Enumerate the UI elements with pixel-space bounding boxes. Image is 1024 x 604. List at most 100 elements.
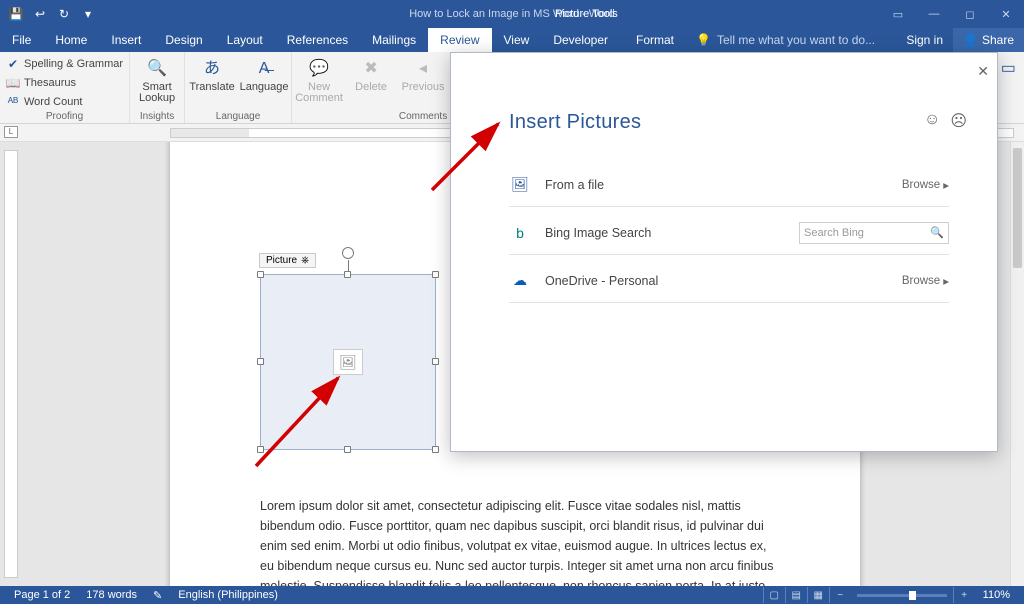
status-proof-icon[interactable]: ✎ (145, 589, 170, 602)
status-language[interactable]: English (Philippines) (170, 589, 286, 601)
tab-design[interactable]: Design (153, 28, 214, 52)
pane-close-icon[interactable]: ✕ (977, 63, 989, 80)
group-insights: 🔍Smart Lookup Insights (130, 52, 185, 123)
resize-handle-w[interactable] (257, 358, 264, 365)
delete-icon: ✖ (359, 56, 383, 80)
chevron-right-icon: ▸ (943, 178, 949, 192)
tab-insert[interactable]: Insert (99, 28, 153, 52)
tab-view[interactable]: View (492, 28, 542, 52)
tell-me-placeholder: Tell me what you want to do... (717, 33, 875, 47)
feedback-frown-icon[interactable]: ☹ (950, 111, 967, 131)
close-icon[interactable]: ✕ (988, 0, 1024, 28)
zoom-in-button[interactable]: + (953, 587, 975, 603)
onedrive-label: OneDrive - Personal (545, 274, 725, 288)
zoom-slider-knob[interactable] (909, 591, 916, 600)
resize-handle-nw[interactable] (257, 271, 264, 278)
tab-format[interactable]: Format (624, 28, 686, 52)
ribbon-options-icon[interactable]: ▭ (880, 0, 916, 28)
from-file-label: From a file (545, 178, 725, 192)
status-words[interactable]: 178 words (78, 589, 145, 601)
ribbon-tabs: File Home Insert Design Layout Reference… (0, 28, 1024, 52)
onedrive-icon: ☁ (509, 272, 531, 289)
redo-icon[interactable]: ↻ (54, 4, 74, 24)
group-label-proofing: Proofing (4, 110, 125, 123)
insert-pictures-pane: ✕ ☺ ☹ Insert Pictures 🖼 From a file Brow… (450, 52, 998, 452)
search-icon: 🔍 (145, 56, 169, 80)
share-icon: 👤 (963, 33, 978, 47)
smart-lookup-button[interactable]: 🔍Smart Lookup (134, 54, 180, 104)
picture-placeholder[interactable]: Picture⎈ 🖼 (260, 274, 436, 450)
read-mode-icon[interactable]: ▢ (763, 587, 785, 603)
undo-icon[interactable]: ↩ (30, 4, 50, 24)
resize-handle-sw[interactable] (257, 446, 264, 453)
maximize-icon[interactable]: ◻ (952, 0, 988, 28)
tab-file[interactable]: File (0, 28, 43, 52)
word-count-button[interactable]: ᴬᴮWord Count (4, 94, 125, 110)
browse-onedrive-button[interactable]: Browse▸ (902, 274, 949, 288)
comment-icon: 💬 (307, 56, 331, 80)
book-icon: 📖 (6, 76, 20, 90)
thesaurus-button[interactable]: 📖Thesaurus (4, 75, 125, 91)
search-icon: 🔍 (930, 226, 944, 239)
zoom-out-button[interactable]: − (829, 587, 851, 603)
globe-icon: A̶ (252, 56, 276, 80)
feedback-smile-icon[interactable]: ☺ (924, 111, 940, 131)
vertical-scrollbar[interactable] (1010, 142, 1024, 586)
spelling-grammar-button[interactable]: ✔Spelling & Grammar (4, 56, 125, 72)
zoom-slider[interactable] (857, 594, 947, 597)
resize-handle-ne[interactable] (432, 271, 439, 278)
chevron-right-icon: ▸ (943, 274, 949, 288)
check-icon: ✔ (6, 57, 20, 71)
print-layout-icon[interactable]: ▤ (785, 587, 807, 603)
picture-tools-label: Picture Tools (555, 8, 618, 20)
file-icon: 🖼 (509, 176, 531, 193)
tab-layout[interactable]: Layout (215, 28, 275, 52)
tab-references[interactable]: References (275, 28, 360, 52)
translate-button[interactable]: あTranslate (189, 54, 235, 93)
bing-icon: b (509, 225, 531, 241)
tab-review[interactable]: Review (428, 28, 491, 52)
quick-access-toolbar: 💾 ↩ ↻ ▾ (0, 4, 104, 24)
body-text[interactable]: Lorem ipsum dolor sit amet, consectetur … (260, 496, 780, 586)
resize-handle-e[interactable] (432, 358, 439, 365)
tab-developer[interactable]: Developer (541, 28, 620, 52)
picture-icon[interactable]: 🖼 (333, 349, 363, 375)
tell-me-search[interactable]: 💡 Tell me what you want to do... (686, 28, 885, 52)
previous-comment-button[interactable]: ◂Previous (400, 54, 446, 93)
share-label: Share (982, 33, 1014, 47)
bing-search-input[interactable]: Search Bing 🔍 (799, 222, 949, 244)
zoom-level[interactable]: 110% (975, 589, 1018, 601)
status-page[interactable]: Page 1 of 2 (6, 589, 78, 601)
insert-pictures-title: Insert Pictures (509, 111, 641, 134)
count-icon: ᴬᴮ (6, 95, 20, 109)
qat-customize-icon[interactable]: ▾ (78, 4, 98, 24)
save-icon[interactable]: 💾 (6, 4, 26, 24)
delete-comment-button[interactable]: ✖Delete (348, 54, 394, 93)
title-bar: 💾 ↩ ↻ ▾ How to Lock an Image in MS Word … (0, 0, 1024, 28)
picture-tag[interactable]: Picture⎈ (259, 253, 316, 268)
tab-mailings[interactable]: Mailings (360, 28, 428, 52)
group-language: あTranslate A̶Language Language (185, 52, 292, 123)
scrollbar-thumb[interactable] (1013, 148, 1022, 268)
browse-file-button[interactable]: Browse▸ (902, 178, 949, 192)
vertical-ruler[interactable] (4, 150, 18, 578)
resize-handle-s[interactable] (344, 446, 351, 453)
anchor-icon: ⎈ (301, 255, 309, 266)
tab-home[interactable]: Home (43, 28, 99, 52)
new-comment-button[interactable]: 💬New Comment (296, 54, 342, 104)
lightbulb-icon: 💡 (696, 33, 711, 47)
language-button[interactable]: A̶Language (241, 54, 287, 93)
bing-search-placeholder: Search Bing (804, 227, 864, 239)
minimize-icon[interactable]: — (916, 0, 952, 28)
group-label-language: Language (189, 110, 287, 123)
compare-icon: ▭ (996, 56, 1020, 80)
tab-selector[interactable]: L (4, 126, 18, 138)
sign-in-button[interactable]: Sign in (896, 33, 953, 47)
resize-handle-se[interactable] (432, 446, 439, 453)
insert-onedrive-row: ☁ OneDrive - Personal Browse▸ (509, 259, 949, 303)
resize-handle-n[interactable] (344, 271, 351, 278)
prev-icon: ◂ (411, 56, 435, 80)
rotate-handle[interactable] (342, 247, 354, 259)
share-button[interactable]: 👤 Share (953, 28, 1024, 52)
web-layout-icon[interactable]: ▦ (807, 587, 829, 603)
